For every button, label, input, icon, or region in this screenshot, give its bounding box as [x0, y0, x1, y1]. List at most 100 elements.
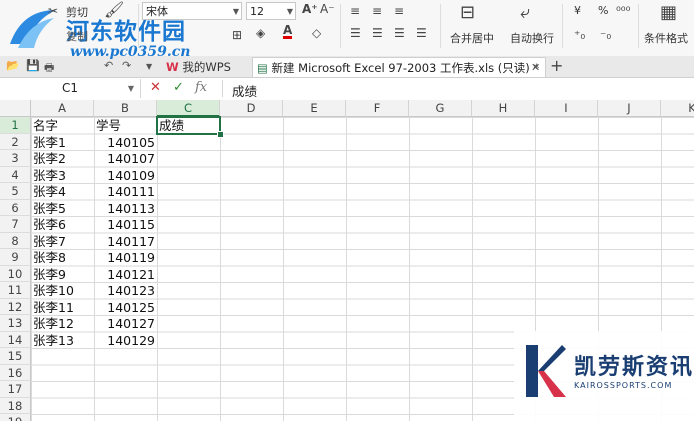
row-header-3[interactable]: 3 [0, 150, 31, 167]
tab-my-wps[interactable]: W 我的WPS [162, 57, 244, 77]
formula-input[interactable]: 成绩 [232, 81, 257, 100]
cut-icon[interactable]: ✂ [48, 4, 58, 18]
confirm-icon[interactable]: ✓ [173, 80, 184, 95]
id-cell[interactable]: 140121 [94, 266, 157, 283]
align-right-icon[interactable]: ☰ [394, 26, 405, 40]
merge-center-icon[interactable]: ⊟ [460, 2, 475, 23]
font-color-icon[interactable]: A [283, 24, 293, 39]
name-cell[interactable]: 张李7 [31, 233, 94, 250]
copy-button[interactable]: 复制 [66, 28, 88, 44]
print-icon[interactable]: 🖶 [44, 59, 54, 78]
row-header-14[interactable]: 14 [0, 331, 31, 348]
row-header-6[interactable]: 6 [0, 199, 31, 216]
name-cell[interactable]: 张李9 [31, 266, 94, 283]
header-cell[interactable]: 名字 [31, 117, 94, 134]
id-cell[interactable]: 140127 [94, 315, 157, 332]
column-header-c[interactable]: C [157, 100, 220, 117]
name-cell[interactable]: 张李6 [31, 216, 94, 233]
name-cell[interactable]: 张李10 [31, 282, 94, 299]
align-middle-icon[interactable]: ≡ [372, 4, 382, 18]
column-header-e[interactable]: E [283, 100, 346, 117]
row-header-16[interactable]: 16 [0, 364, 31, 381]
name-cell[interactable]: 张李4 [31, 183, 94, 200]
id-cell[interactable]: 140107 [94, 150, 157, 167]
percent-button[interactable]: % [598, 4, 608, 17]
fill-color-icon[interactable]: ◈ [256, 26, 265, 40]
increase-decimal-icon[interactable]: ⁺₀ [574, 28, 585, 42]
name-cell[interactable]: 张李13 [31, 332, 94, 349]
id-cell[interactable]: 140115 [94, 216, 157, 233]
row-header-18[interactable]: 18 [0, 397, 31, 414]
font-size-select[interactable]: 12 ▼ [246, 2, 296, 20]
name-cell[interactable]: 张李12 [31, 315, 94, 332]
clear-format-icon[interactable]: ◇ [312, 26, 321, 40]
row-header-2[interactable]: 2 [0, 133, 31, 150]
row-header-1[interactable]: 1 [0, 117, 31, 134]
merge-center-button[interactable]: 合并居中 [450, 30, 494, 46]
column-header-h[interactable]: H [472, 100, 535, 117]
id-cell[interactable]: 140123 [94, 282, 157, 299]
column-header-f[interactable]: F [346, 100, 409, 117]
align-center-icon[interactable]: ☰ [372, 26, 383, 40]
row-header-12[interactable]: 12 [0, 298, 31, 315]
wrap-text-icon[interactable]: ⤶ [520, 2, 530, 23]
id-cell[interactable]: 140109 [94, 167, 157, 184]
name-cell[interactable]: 张李11 [31, 299, 94, 316]
row-header-4[interactable]: 4 [0, 166, 31, 183]
undo-icon[interactable]: ↶ [104, 59, 113, 72]
row-header-10[interactable]: 10 [0, 265, 31, 282]
column-header-g[interactable]: G [409, 100, 472, 117]
fill-handle[interactable] [217, 130, 224, 138]
cut-button[interactable]: 剪切 [66, 4, 88, 20]
row-header-19[interactable]: 19 [0, 414, 31, 421]
column-header-i[interactable]: I [535, 100, 598, 117]
column-header-k[interactable]: K [661, 100, 694, 117]
save-icon[interactable]: 💾 [26, 59, 40, 72]
select-all-corner[interactable] [0, 100, 31, 117]
wrap-text-button[interactable]: 自动换行 [510, 30, 554, 46]
decrease-font-icon[interactable]: A⁻ [320, 2, 335, 16]
border-icon[interactable]: ⊞ [232, 28, 242, 42]
increase-font-icon[interactable]: A⁺ [302, 2, 318, 16]
conditional-format-button[interactable]: 条件格式 [644, 30, 688, 46]
name-cell[interactable]: 张李2 [31, 150, 94, 167]
row-header-8[interactable]: 8 [0, 232, 31, 249]
name-cell[interactable]: 张李5 [31, 200, 94, 217]
redo-icon[interactable]: ↷ [122, 59, 131, 72]
conditional-format-icon[interactable]: ▦ [660, 2, 677, 23]
row-header-13[interactable]: 13 [0, 315, 31, 332]
id-cell[interactable]: 140119 [94, 249, 157, 266]
close-icon[interactable]: ✕ [531, 58, 540, 78]
id-cell[interactable]: 140129 [94, 332, 157, 349]
name-cell[interactable]: 张李3 [31, 167, 94, 184]
open-icon[interactable]: 📂 [6, 59, 20, 72]
row-header-15[interactable]: 15 [0, 348, 31, 365]
row-header-11[interactable]: 11 [0, 282, 31, 299]
align-bottom-icon[interactable]: ≡ [394, 4, 404, 18]
cancel-icon[interactable]: ✕ [150, 80, 161, 95]
align-top-icon[interactable]: ≡ [350, 4, 360, 18]
function-icon[interactable]: fx [195, 80, 207, 95]
font-name-select[interactable]: 宋体 ▼ [142, 2, 242, 20]
tab-workbook[interactable]: ▤ 新建 Microsoft Excel 97-2003 工作表.xls (只读… [252, 57, 546, 77]
row-header-17[interactable]: 17 [0, 381, 31, 398]
name-cell[interactable]: 张李1 [31, 134, 94, 151]
column-header-j[interactable]: J [598, 100, 661, 117]
name-box[interactable]: C1 ▼ [0, 79, 141, 98]
id-cell[interactable]: 140105 [94, 134, 157, 151]
format-painter-icon[interactable]: 🖌 [104, 0, 124, 19]
column-header-d[interactable]: D [220, 100, 283, 117]
row-header-9[interactable]: 9 [0, 249, 31, 266]
chevron-down-icon[interactable]: ▼ [146, 62, 152, 71]
id-cell[interactable]: 140125 [94, 299, 157, 316]
id-cell[interactable]: 140111 [94, 183, 157, 200]
id-cell[interactable]: 140117 [94, 233, 157, 250]
column-header-b[interactable]: B [94, 100, 157, 117]
column-header-a[interactable]: A [31, 100, 94, 117]
name-cell[interactable]: 张李8 [31, 249, 94, 266]
comma-style-icon[interactable]: ⁰⁰⁰ [616, 4, 630, 18]
id-cell[interactable]: 140113 [94, 200, 157, 217]
align-left-icon[interactable]: ☰ [350, 26, 361, 40]
decrease-decimal-icon[interactable]: ⁻₀ [600, 28, 611, 42]
currency-button[interactable]: ¥ [574, 4, 581, 17]
